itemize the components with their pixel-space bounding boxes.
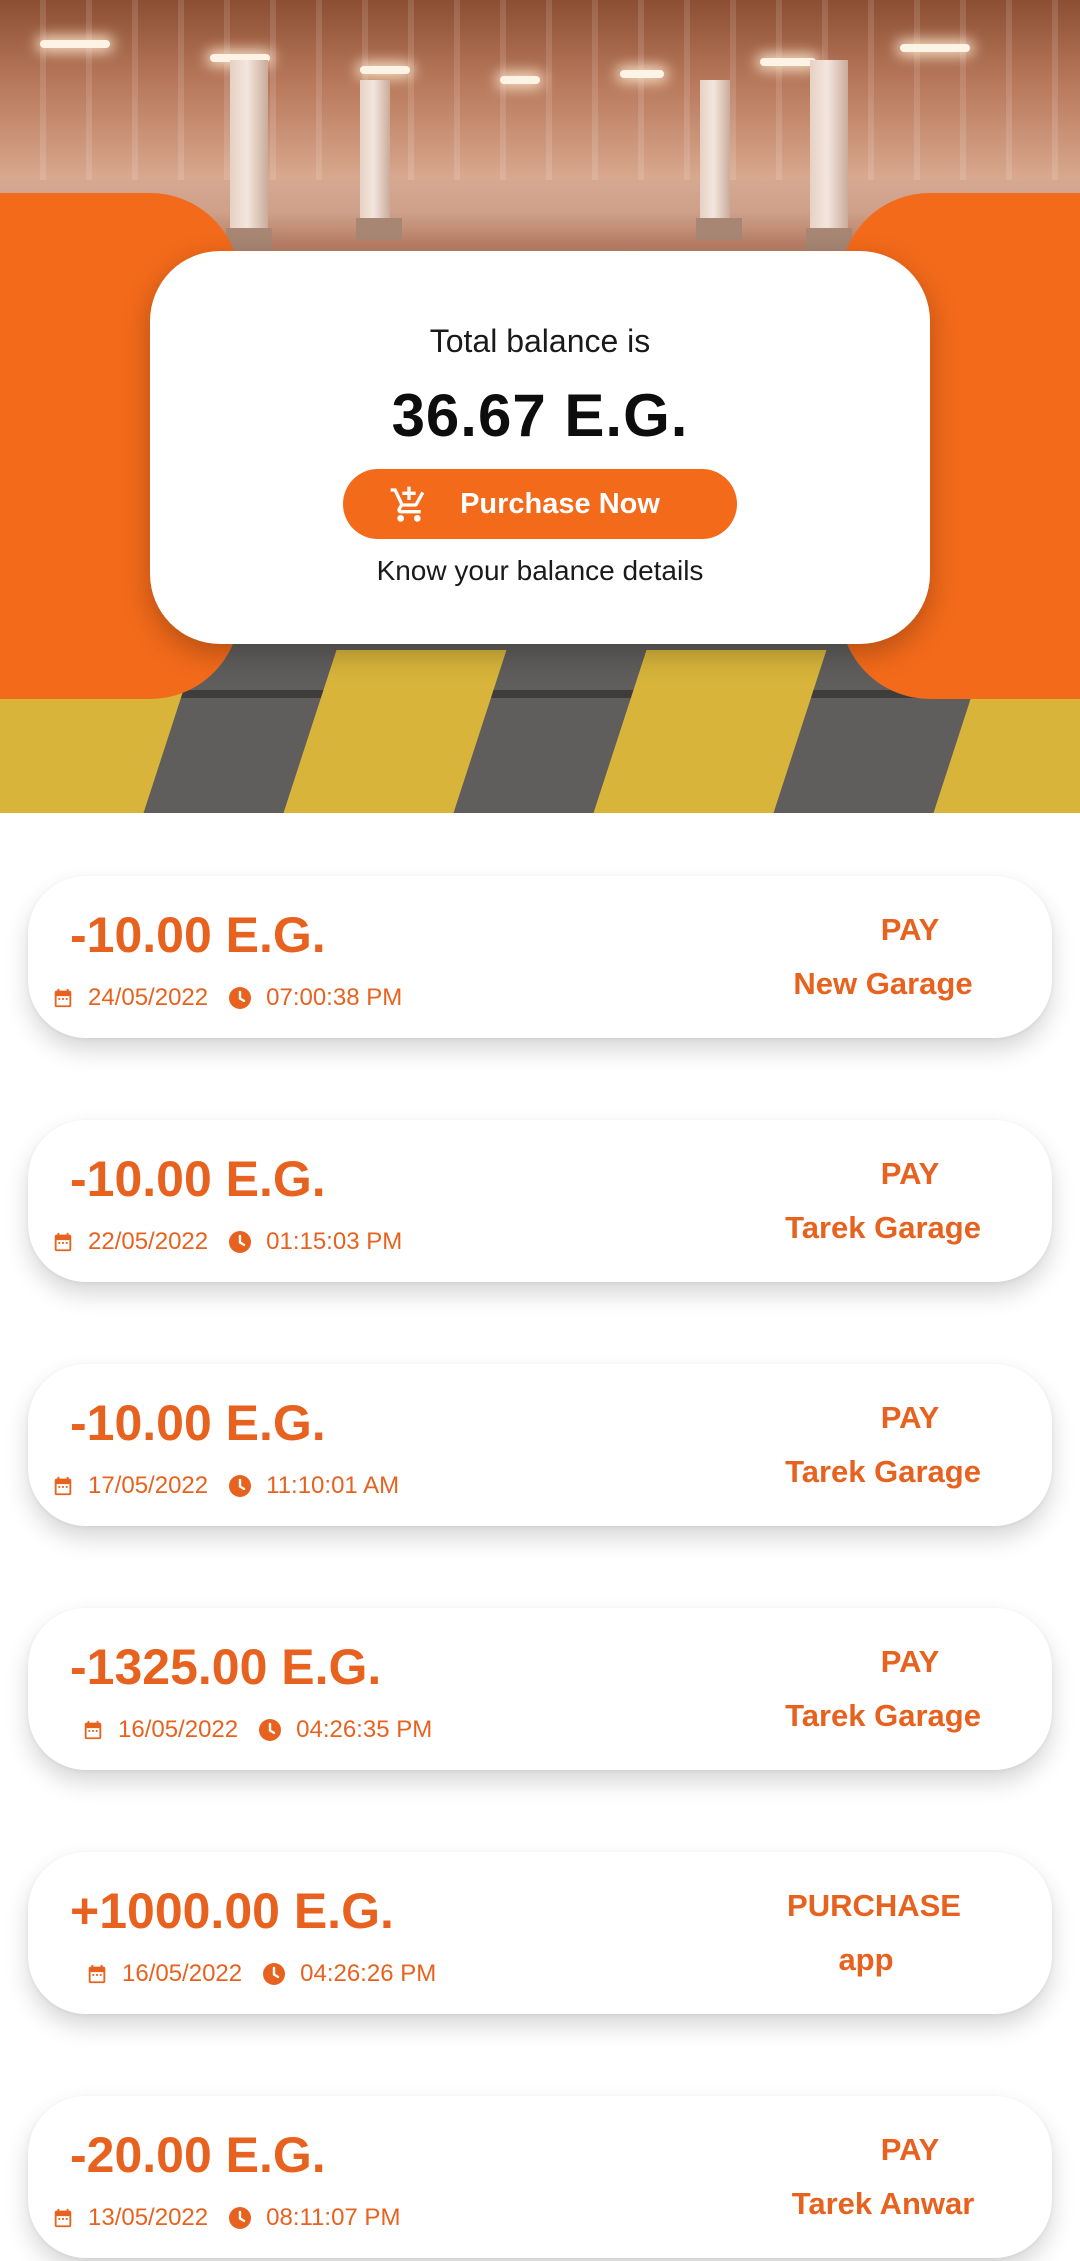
transaction-card[interactable]: -10.00 E.G. 17/05/2022 11:10:01 AM PAY T… bbox=[28, 1364, 1052, 1526]
clock-icon bbox=[263, 1963, 286, 1985]
balance-label: Total balance is bbox=[429, 323, 651, 359]
transaction-meta: 13/05/2022 08:11:07 PM bbox=[52, 2204, 400, 2232]
transaction-type: PAY bbox=[880, 1644, 940, 1679]
cart-plus-icon bbox=[390, 486, 425, 522]
transaction-time: 11:10:01 AM bbox=[266, 1472, 400, 1499]
transaction-card[interactable]: -1325.00 E.G. 16/05/2022 04:26:35 PM PAY… bbox=[28, 1608, 1052, 1770]
transaction-amount: +1000.00 E.G. bbox=[70, 1883, 394, 1939]
transaction-card[interactable]: +1000.00 E.G. 16/05/2022 04:26:26 PM PUR… bbox=[28, 1852, 1052, 2014]
clock-icon bbox=[229, 1475, 252, 1497]
transaction-target: New Garage bbox=[793, 966, 973, 1001]
clock-icon bbox=[229, 2207, 252, 2229]
transaction-meta: 16/05/2022 04:26:26 PM bbox=[86, 1960, 436, 1988]
transaction-time: 04:26:35 PM bbox=[296, 1716, 433, 1743]
balance-card: Total balance is 36.67 E.G. Purchase Now… bbox=[150, 251, 930, 644]
transaction-target: Tarek Garage bbox=[785, 1454, 981, 1489]
calendar-icon bbox=[54, 1232, 72, 1252]
transaction-type: PAY bbox=[880, 2132, 940, 2167]
calendar-icon bbox=[54, 988, 72, 1008]
transaction-amount: -20.00 E.G. bbox=[70, 2127, 326, 2183]
transaction-time: 08:11:07 PM bbox=[266, 2204, 401, 2231]
calendar-icon bbox=[84, 1720, 102, 1740]
calendar-icon bbox=[88, 1964, 106, 1984]
transaction-target: Tarek Garage bbox=[785, 1210, 981, 1245]
transaction-card[interactable]: -10.00 E.G. 22/05/2022 01:15:03 PM PAY T… bbox=[28, 1120, 1052, 1282]
transaction-time: 07:00:38 PM bbox=[266, 984, 403, 1011]
transaction-amount: -10.00 E.G. bbox=[70, 907, 326, 963]
clock-icon bbox=[229, 987, 252, 1009]
calendar-icon bbox=[54, 1476, 72, 1496]
purchase-now-button[interactable]: Purchase Now bbox=[343, 469, 737, 539]
clock-icon bbox=[259, 1719, 282, 1741]
transaction-amount: -1325.00 E.G. bbox=[70, 1639, 382, 1695]
transaction-target: Tarek Garage bbox=[785, 1698, 981, 1733]
transaction-time: 04:26:26 PM bbox=[300, 1960, 437, 1987]
balance-amount: 36.67 E.G. bbox=[391, 382, 689, 449]
ceiling-lights bbox=[0, 40, 1080, 130]
transaction-type: PAY bbox=[880, 912, 940, 947]
transaction-meta: 24/05/2022 07:00:38 PM bbox=[52, 984, 402, 1012]
transaction-target: app bbox=[838, 1942, 894, 1977]
transaction-date: 13/05/2022 bbox=[88, 2204, 209, 2231]
transaction-amount: -10.00 E.G. bbox=[70, 1395, 326, 1451]
calendar-icon bbox=[54, 2208, 72, 2228]
transaction-target: Tarek Anwar bbox=[791, 2186, 975, 2221]
transaction-time: 01:15:03 PM bbox=[266, 1228, 403, 1255]
transaction-date: 16/05/2022 bbox=[118, 1716, 239, 1743]
transaction-meta: 16/05/2022 04:26:35 PM bbox=[82, 1716, 432, 1744]
transaction-date: 22/05/2022 bbox=[88, 1228, 209, 1255]
transaction-meta: 22/05/2022 01:15:03 PM bbox=[52, 1228, 402, 1256]
transaction-date: 16/05/2022 bbox=[122, 1960, 243, 1987]
clock-icon bbox=[229, 1231, 252, 1253]
transaction-card[interactable]: -10.00 E.G. 24/05/2022 07:00:38 PM PAY N… bbox=[28, 876, 1052, 1038]
purchase-now-label: Purchase Now bbox=[460, 487, 660, 520]
transaction-card[interactable]: -20.00 E.G. 13/05/2022 08:11:07 PM PAY T… bbox=[28, 2096, 1052, 2258]
transaction-amount: -10.00 E.G. bbox=[70, 1151, 326, 1207]
transaction-type: PAY bbox=[880, 1400, 940, 1435]
transaction-type: PURCHASE bbox=[787, 1888, 961, 1923]
transaction-meta: 17/05/2022 11:10:01 AM bbox=[52, 1472, 399, 1500]
transaction-date: 24/05/2022 bbox=[88, 984, 209, 1011]
transaction-type: PAY bbox=[880, 1156, 940, 1191]
transaction-date: 17/05/2022 bbox=[88, 1472, 209, 1499]
balance-details-link[interactable]: Know your balance details bbox=[150, 555, 930, 587]
